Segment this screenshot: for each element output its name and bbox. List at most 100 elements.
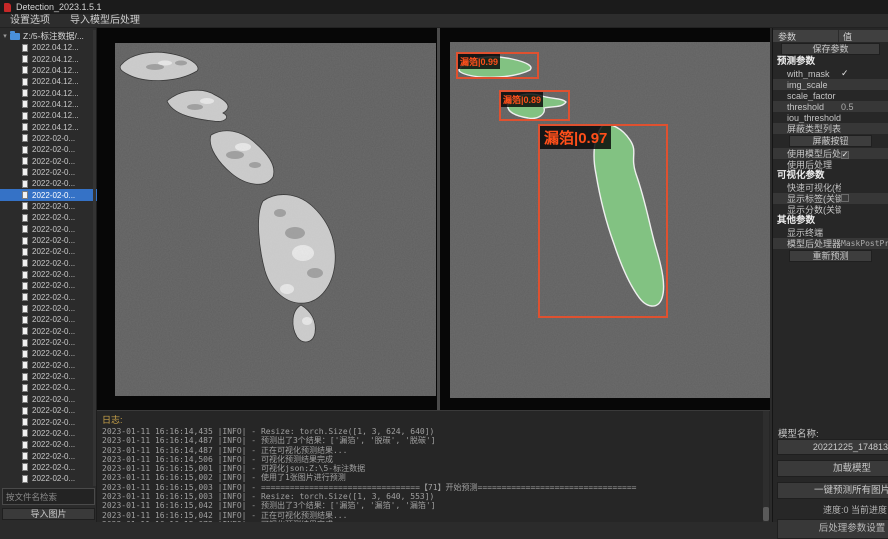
tree-item-label: 2022-02-0...	[32, 418, 75, 427]
tree-item[interactable]: 2022-02-0...	[0, 348, 97, 359]
tree-item[interactable]: 2022-02-0...	[0, 258, 97, 269]
tree-item[interactable]: 2022-02-0...	[0, 235, 97, 246]
tree-item-label: 2022-02-0...	[32, 179, 75, 188]
log-scrollbar[interactable]	[763, 411, 769, 522]
tree-item[interactable]: 2022-02-0...	[0, 394, 97, 405]
tree-item[interactable]: 2022-02-0...	[0, 360, 97, 371]
raw-image-panel[interactable]	[115, 43, 436, 396]
param-row[interactable]: 使用后处理	[773, 159, 888, 170]
tree-root-node[interactable]: ▾ Z:/5-标注数据/...	[0, 30, 97, 42]
tree-item[interactable]: 2022-02-0...	[0, 155, 97, 166]
search-input[interactable]	[2, 488, 95, 505]
tree-item[interactable]: 2022-02-0...	[0, 189, 97, 200]
file-icon	[22, 407, 28, 415]
tree-item[interactable]: 2022.04.12...	[0, 110, 97, 121]
tree-item-label: 2022-02-0...	[32, 293, 75, 302]
tree-item[interactable]: 2022-02-0...	[0, 133, 97, 144]
tree-item[interactable]: 2022-02-0...	[0, 303, 97, 314]
file-icon	[22, 282, 28, 290]
param-row[interactable]: threshold0.5	[773, 101, 888, 112]
tree-item[interactable]: 2022-02-0...	[0, 269, 97, 280]
file-icon	[22, 225, 28, 233]
tree-item[interactable]: 2022-02-0...	[0, 314, 97, 325]
param-row[interactable]: with_mask✓	[773, 68, 888, 79]
tree-item[interactable]: 2022-02-0...	[0, 167, 97, 178]
checkbox-empty[interactable]	[841, 194, 849, 202]
tree-item[interactable]: 2022.04.12...	[0, 42, 97, 53]
file-icon	[22, 112, 28, 120]
file-icon	[22, 429, 28, 437]
param-button[interactable]: 重新预测	[789, 250, 872, 262]
detection-label-2: 漏箔|0.89	[501, 92, 543, 107]
tree-item[interactable]: 2022-02-0...	[0, 337, 97, 348]
menu-item-settings[interactable]: 设置选项	[0, 14, 60, 28]
tree-item[interactable]: 2022-02-0...	[0, 428, 97, 439]
tree-item[interactable]: 2022-02-0...	[0, 473, 97, 484]
tree-item[interactable]: 2022-02-0...	[0, 416, 97, 427]
model-name-field[interactable]: 20221225_174813	[777, 439, 888, 455]
tree-item-label: 2022.04.12...	[32, 66, 79, 75]
predict-all-button[interactable]: 一键预测所有图片	[777, 482, 888, 499]
tree-item[interactable]: 2022-02-0...	[0, 462, 97, 473]
param-value: 0.5	[841, 102, 888, 112]
tree-item-label: 2022-02-0...	[32, 349, 75, 358]
log-line: 2023-01-11 16:16:15,003 |INFO| - =======…	[97, 483, 770, 492]
tree-item[interactable]: 2022.04.12...	[0, 76, 97, 87]
tree-item[interactable]: 2022-02-0...	[0, 246, 97, 257]
param-button[interactable]: 屏蔽按钮	[789, 135, 872, 147]
prediction-image-panel[interactable]: 漏箔|0.99 漏箔|0.89 漏箔|0.97	[450, 42, 770, 398]
tree-item[interactable]: 2022-02-0...	[0, 144, 97, 155]
log-line: 2023-01-11 16:16:15,003 |INFO| - Resize:…	[97, 492, 770, 501]
load-model-button[interactable]: 加载模型	[777, 460, 888, 477]
tree-item[interactable]: 2022-02-0...	[0, 326, 97, 337]
tree-item-label: 2022-02-0...	[32, 372, 75, 381]
tree-item[interactable]: 2022-02-0...	[0, 382, 97, 393]
tree-item[interactable]: 2022.04.12...	[0, 121, 97, 132]
tree-item[interactable]: 2022-02-0...	[0, 371, 97, 382]
tree-root-label: Z:/5-标注数据/...	[23, 30, 84, 42]
tree-item[interactable]: 2022.04.12...	[0, 53, 97, 64]
param-name: with_mask	[773, 69, 841, 79]
param-row[interactable]: 模型后处理器MaskPostPro	[773, 238, 888, 249]
param-button[interactable]: 保存参数	[781, 43, 880, 55]
model-block: 模型名称: 20221225_174813 加载模型 一键预测所有图片 速度:0…	[773, 426, 888, 539]
file-icon	[22, 100, 28, 108]
param-value: ✓	[841, 68, 888, 79]
tree-item[interactable]: 2022-02-0...	[0, 484, 97, 486]
file-icon	[22, 475, 28, 483]
tree-item-label: 2022.04.12...	[32, 100, 79, 109]
tree-item[interactable]: 2022-02-0...	[0, 450, 97, 461]
tree-item[interactable]: 2022-02-0...	[0, 405, 97, 416]
tree-item[interactable]: 2022.04.12...	[0, 65, 97, 76]
log-panel: 日志: 2023-01-11 16:16:14,435 |INFO| - Res…	[97, 410, 770, 522]
tree-item[interactable]: 2022.04.12...	[0, 87, 97, 98]
tree-scrollbar[interactable]	[93, 30, 96, 486]
log-line: 2023-01-11 16:16:14,506 |INFO| - 可视化预测结果…	[97, 455, 770, 464]
log-line: 2023-01-11 16:16:15,002 |INFO| - 使用了1张图片…	[97, 473, 770, 482]
checkbox-checked[interactable]: ✓	[841, 151, 849, 159]
viewer-splitter[interactable]	[437, 28, 440, 410]
file-tree-panel: ▾ Z:/5-标注数据/... 2022.04.12...2022.04.12.…	[0, 28, 97, 522]
tree-item[interactable]: 2022-02-0...	[0, 178, 97, 189]
tree-item[interactable]: 2022-02-0...	[0, 212, 97, 223]
chevron-down-icon[interactable]: ▾	[0, 32, 10, 40]
param-value: ✓	[841, 149, 888, 159]
tree-item-label: 2022-02-0...	[32, 236, 75, 245]
tree-item[interactable]: 2022-02-0...	[0, 201, 97, 212]
param-row[interactable]: 显示分数(关键点)	[773, 204, 888, 215]
tree-item[interactable]: 2022-02-0...	[0, 224, 97, 235]
import-images-button[interactable]: 导入图片	[2, 508, 95, 520]
window-title: Detection_2023.1.5.1	[16, 2, 102, 12]
tree-item[interactable]: 2022-02-0...	[0, 439, 97, 450]
tree-item[interactable]: 2022-02-0...	[0, 280, 97, 291]
tree-item-label: 2022-02-0...	[32, 429, 75, 438]
menu-item-import-postprocess[interactable]: 导入模型后处理	[60, 14, 150, 28]
model-name-value: 20221225_174813	[813, 440, 888, 455]
log-scrollbar-thumb[interactable]	[763, 507, 769, 521]
param-row[interactable]: 屏蔽类型列表	[773, 123, 888, 134]
param-row[interactable]: img_scale	[773, 79, 888, 90]
param-row[interactable]: scale_factor	[773, 90, 888, 101]
postprocess-settings-button[interactable]: 后处理参数设置	[777, 519, 888, 539]
tree-item[interactable]: 2022-02-0...	[0, 292, 97, 303]
tree-item[interactable]: 2022.04.12...	[0, 99, 97, 110]
